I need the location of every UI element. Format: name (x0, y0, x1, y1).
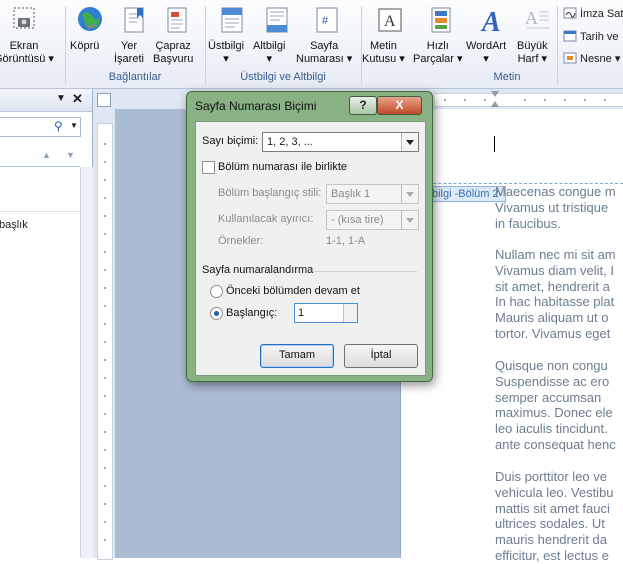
page-number-icon: # (310, 4, 342, 36)
globe-link-icon (74, 4, 106, 36)
section-divider (314, 271, 417, 272)
svg-text:#: # (322, 15, 329, 27)
ruler-toggle-icon[interactable] (97, 93, 111, 107)
paragraph[interactable]: Maecenas congue m Vivamus ut tristique i… (495, 184, 623, 231)
close-button[interactable]: X (377, 96, 422, 115)
examples-label: Örnekler: (218, 235, 264, 247)
continue-numbering-radio[interactable] (210, 285, 223, 298)
footer-button[interactable]: Altbilgi ▾ (253, 4, 299, 65)
dialog-title-bar[interactable]: Sayfa Numarası Biçimi ? X (187, 92, 432, 118)
cross-reference-icon (160, 4, 192, 36)
include-chapter-label[interactable]: Bölüm numarası ile birlikte (218, 161, 347, 173)
chevron-down-icon[interactable] (401, 185, 418, 203)
svg-text:A: A (384, 13, 396, 30)
group-links: Bağlantılar (108, 71, 162, 83)
date-time-button[interactable]: Tarih ve (563, 30, 619, 43)
svg-text:A: A (525, 8, 538, 28)
hyperlink-button[interactable]: Köprü (70, 4, 110, 52)
chevron-down-icon[interactable]: ▼ (70, 121, 78, 130)
wordart-icon: A (476, 4, 508, 38)
dialog-body: Sayı biçimi: 1, 2, 3, ... Bölüm numarası… (195, 121, 426, 376)
page-number-format-dialog: Sayfa Numarası Biçimi ? X Sayı biçimi: 1… (186, 91, 433, 382)
next-arrow-icon[interactable]: ▼ (66, 150, 75, 160)
quick-parts-button[interactable]: Hızlı Parçalar ▾ (413, 4, 469, 65)
hanging-indent-marker-icon[interactable] (491, 101, 499, 107)
ribbon-separator (557, 6, 558, 84)
object-button[interactable]: Nesne ▾ (563, 52, 620, 65)
search-input[interactable]: ⚲ ▼ (0, 117, 81, 137)
number-format-label: Sayı biçimi: (202, 135, 259, 147)
header-icon (215, 4, 247, 36)
wordart-button[interactable]: A WordArt ▾ (466, 4, 518, 65)
vertical-ruler (93, 89, 115, 560)
start-at-label[interactable]: Başlangıç: (226, 307, 277, 319)
paragraph[interactable]: Duis porttitor leo ve vehicula leo. Vest… (495, 469, 623, 564)
navigation-pane-header: ▼ ✕ (0, 89, 92, 112)
chapter-style-select[interactable]: Başlık 1 (326, 184, 419, 204)
navigation-pane: ▼ ✕ ⚲ ▼ ▲ ▼ başlık (0, 89, 93, 558)
previous-arrow-icon[interactable]: ▲ (42, 150, 51, 160)
pane-options-icon[interactable]: ▼ (56, 93, 66, 104)
dialog-title: Sayfa Numarası Biçimi (195, 99, 317, 113)
object-icon (563, 52, 577, 64)
include-chapter-checkbox[interactable] (202, 161, 215, 174)
svg-text:A: A (480, 7, 501, 36)
text-box-button[interactable]: A Metin Kutusu ▾ (362, 4, 418, 65)
stepper-up-icon[interactable] (343, 304, 357, 313)
footer-icon (260, 4, 292, 36)
list-item[interactable]: başlık (0, 219, 28, 231)
ribbon-separator (205, 6, 206, 84)
chevron-down-icon[interactable] (401, 211, 418, 229)
chapter-style-label: Bölüm başlangıç stili: (218, 187, 322, 199)
group-text: Metin (493, 71, 521, 83)
pane-divider (0, 166, 80, 167)
number-format-select[interactable]: 1, 2, 3, ... (262, 132, 419, 152)
screenshot-button[interactable]: Ekran Görüntüsü ▾ (0, 4, 54, 65)
paragraph[interactable]: Quisque non congu Suspendisse ac ero sem… (495, 358, 623, 453)
vertical-ruler-track (97, 123, 113, 560)
drop-cap-button[interactable]: A Büyük Harf ▾ (517, 4, 557, 65)
text-box-icon: A (374, 4, 406, 36)
ok-button[interactable]: Tamam (260, 344, 334, 368)
pane-divider (0, 211, 80, 212)
cancel-button[interactable]: İptal (344, 344, 418, 368)
calendar-icon (563, 30, 577, 42)
group-header-footer: Üstbilgi ve Altbilgi (240, 71, 326, 83)
examples-value: 1-1, 1-A (326, 235, 366, 247)
cross-reference-button[interactable]: Çapraz Başvuru (153, 4, 199, 65)
separator-select[interactable]: - (kısa tire) (326, 210, 419, 230)
continue-numbering-label[interactable]: Önceki bölümden devam et (226, 285, 360, 297)
quick-parts-icon (425, 4, 457, 36)
ribbon: Ekran Görüntüsü ▾ Köprü Yer İşareti Çapr… (0, 0, 623, 89)
text-cursor (494, 136, 495, 152)
page-number-button[interactable]: # Sayfa Numarası ▾ (296, 4, 356, 65)
horizontal-ruler-track (435, 93, 623, 107)
stepper-down-icon[interactable] (343, 313, 357, 322)
bookmark-button[interactable]: Yer İşareti (114, 4, 152, 65)
indent-marker-icon[interactable] (491, 91, 499, 97)
drop-cap-icon: A (521, 4, 553, 36)
paragraph[interactable]: Nullam nec mi sit am Vivamus diam velit,… (495, 247, 623, 342)
screenshot-icon (8, 4, 40, 36)
close-icon[interactable]: ✕ (72, 91, 83, 107)
start-at-stepper[interactable]: 1 (294, 303, 358, 323)
ribbon-separator (65, 6, 66, 84)
signature-icon (563, 7, 577, 19)
chevron-down-icon[interactable] (401, 133, 418, 151)
signature-line-button[interactable]: İmza Sat (563, 7, 623, 20)
scrollbar[interactable] (80, 167, 93, 558)
bookmark-icon (117, 4, 149, 36)
header-button[interactable]: Üstbilgi ▾ (208, 4, 254, 65)
search-icon[interactable]: ⚲ (54, 119, 63, 133)
help-button[interactable]: ? (349, 96, 377, 115)
separator-label: Kullanılacak ayırıcı: (218, 213, 314, 225)
numbering-section-title: Sayfa numaralandırma (202, 264, 314, 276)
start-at-radio[interactable] (210, 307, 223, 320)
